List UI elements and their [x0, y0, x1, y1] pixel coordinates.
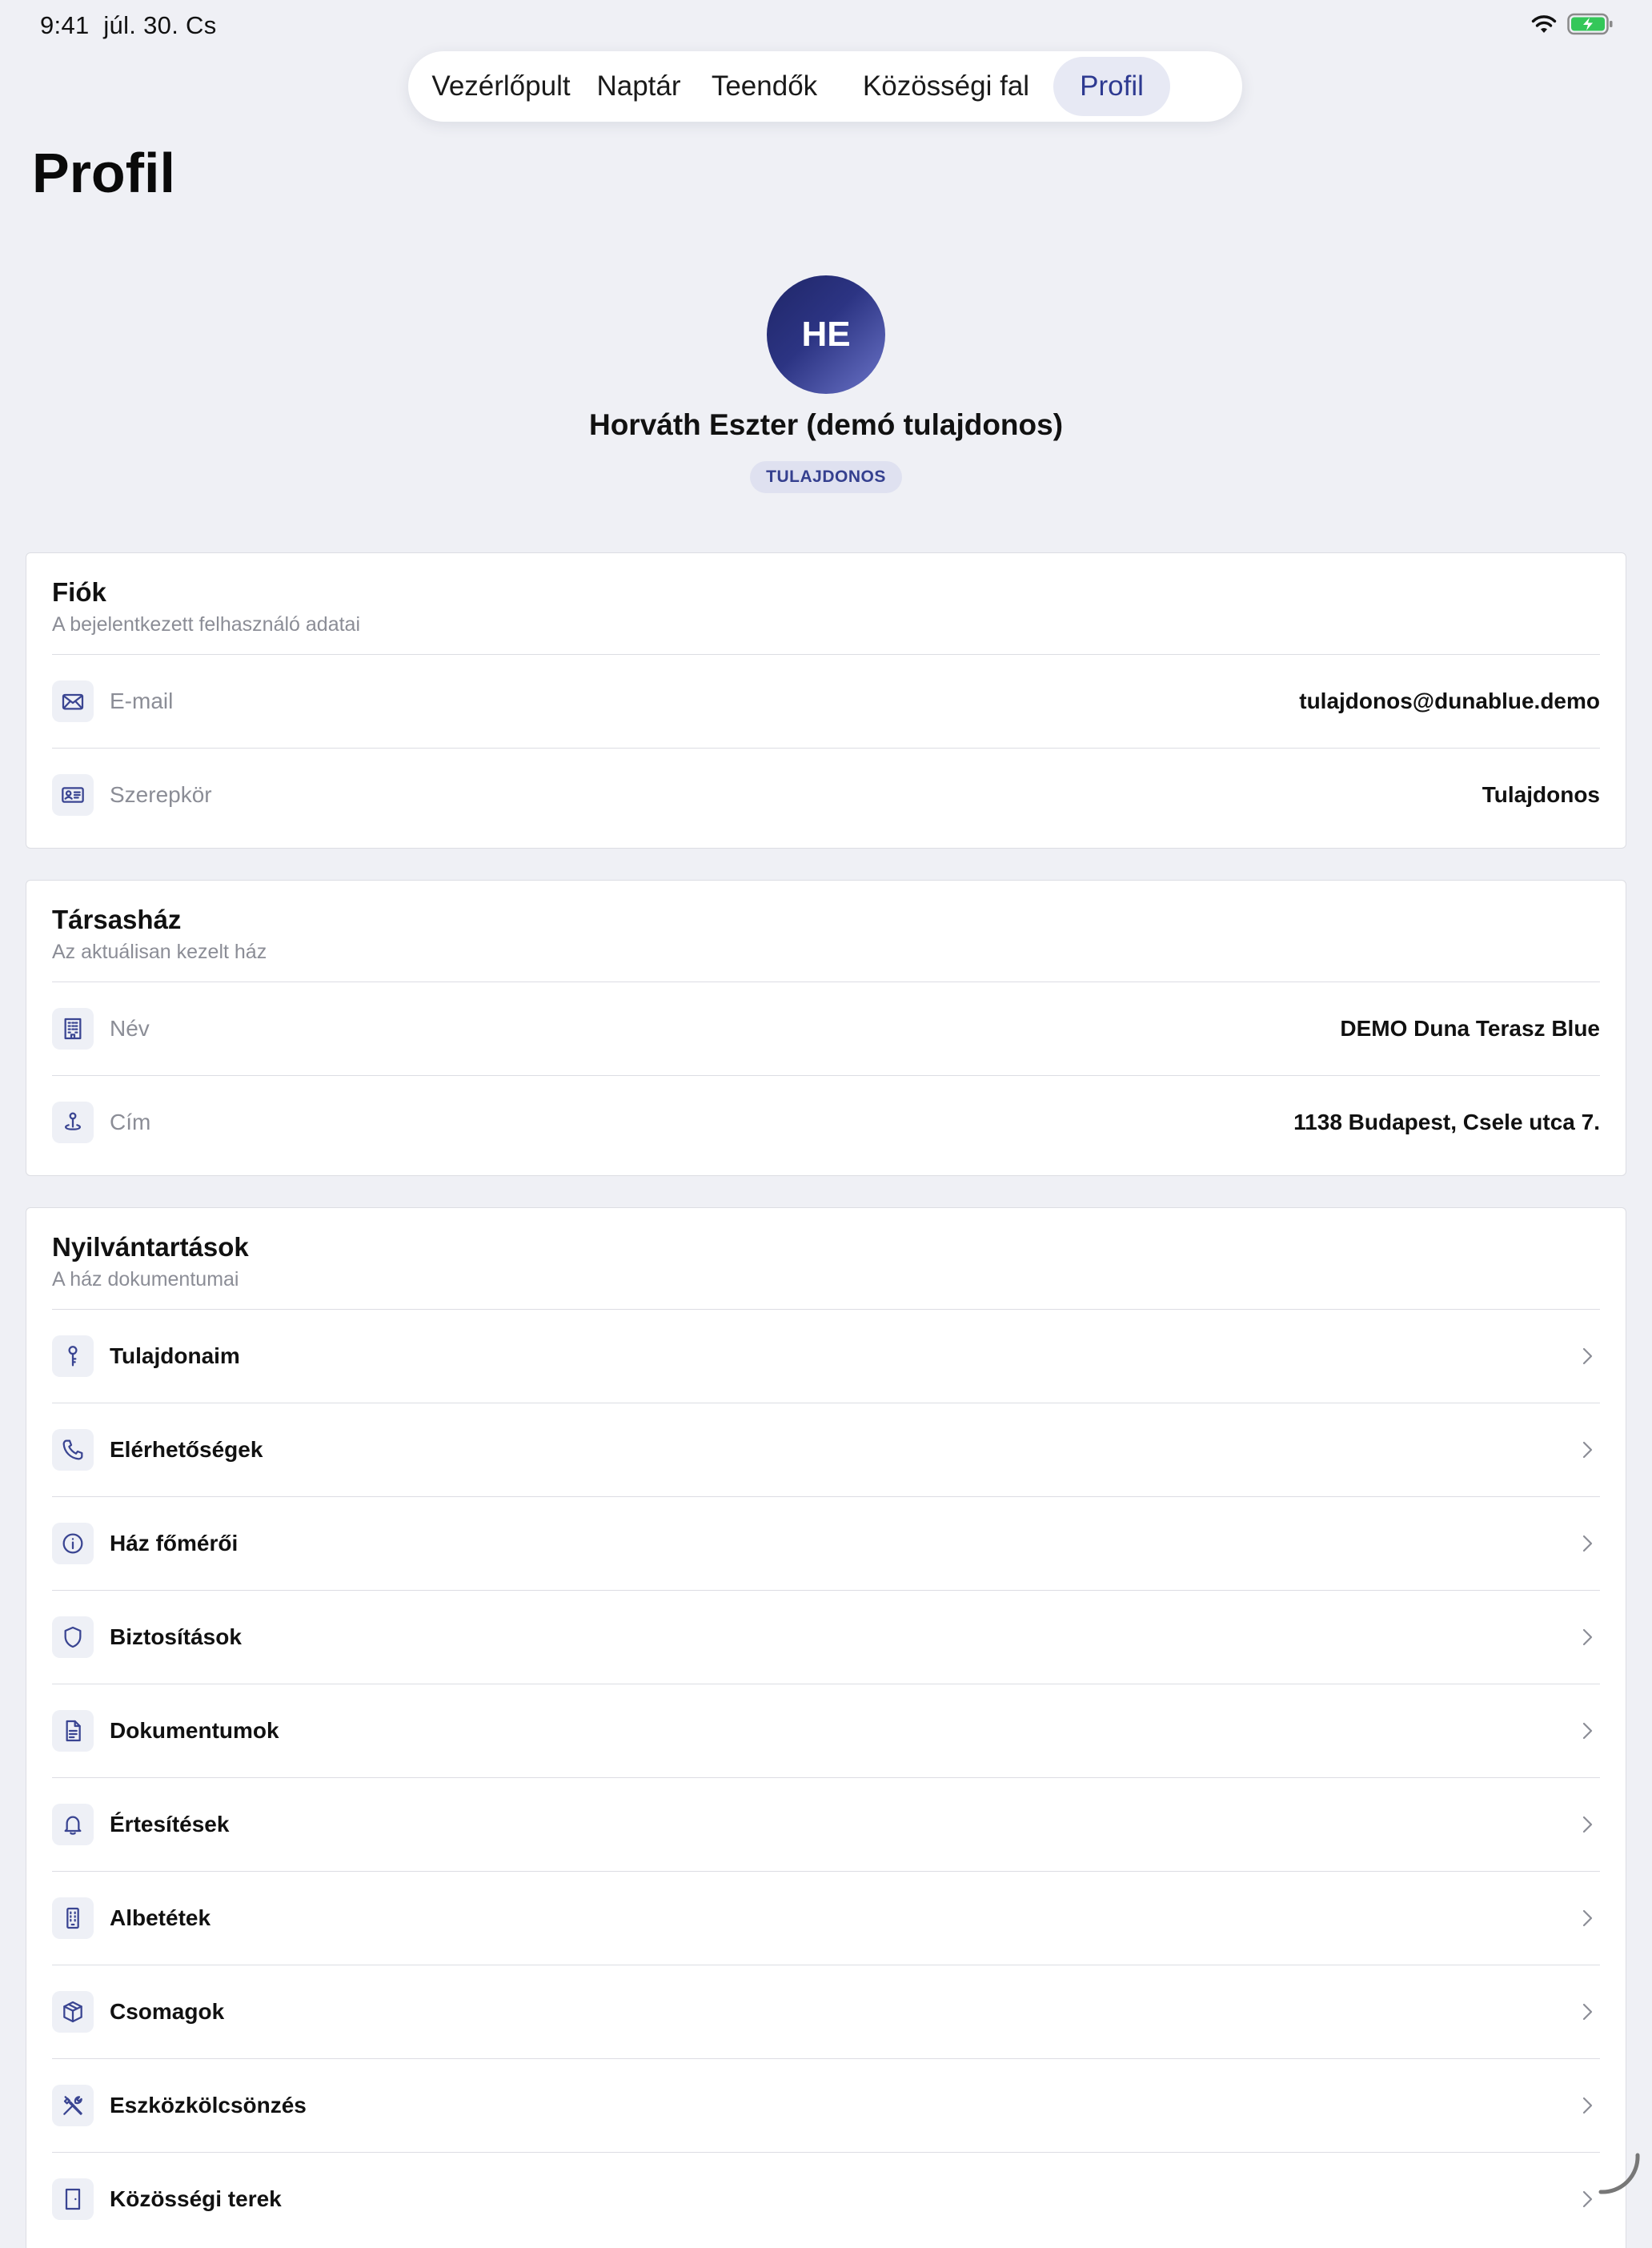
phone-icon [62, 1439, 83, 1460]
chevron-right-icon [1582, 1628, 1593, 1646]
building-icon [64, 1018, 82, 1040]
account-card: Fiók A bejelentkezett felhasználó adatai… [26, 552, 1626, 849]
chevron-right-icon [1582, 1347, 1593, 1365]
info-row-value: Tulajdonos [1482, 782, 1600, 807]
door-icon [52, 2178, 94, 2220]
records-item-label: Eszközkölcsönzés [110, 2093, 307, 2118]
key-icon [68, 1346, 78, 1367]
records-item-label: Dokumentumok [110, 1718, 279, 1743]
tab-naptár[interactable]: Naptár [587, 57, 690, 116]
wifi-icon [1531, 15, 1557, 33]
tab-közösségi-fal[interactable]: Közösségi fal [839, 57, 1053, 116]
package-icon [52, 1991, 94, 2033]
id-card-icon [62, 787, 84, 803]
document-icon [52, 1710, 94, 1752]
info-row: E-mail tulajdonos@dunablue.demo [52, 654, 1600, 748]
records-item-shield[interactable]: Biztosítások [52, 1590, 1600, 1684]
info-row-label: Szerepkör [110, 782, 212, 807]
apartment-icon [52, 1897, 94, 1939]
bell-icon [64, 1816, 82, 1835]
page-title: Profil [32, 142, 175, 204]
records-item-door[interactable]: Közösségi terek [52, 2152, 1600, 2246]
status-indicators [1530, 13, 1614, 35]
info-row: Cím 1138 Budapest, Csele utca 7. [52, 1075, 1600, 1169]
info-row: Szerepkör Tulajdonos [52, 748, 1600, 841]
door-icon [65, 2188, 81, 2210]
records-item-label: Csomagok [110, 1999, 225, 2024]
info-row-label: Név [110, 1016, 150, 1041]
records-item-label: Közösségi terek [110, 2186, 282, 2211]
card-subtitle: A bejelentkezett felhasználó adatai [52, 613, 360, 636]
tab-profil[interactable]: Profil [1053, 57, 1170, 116]
records-card: Nyilvántartások A ház dokumentumai Tulaj… [26, 1207, 1626, 2248]
package-icon [63, 2001, 82, 2023]
tools-icon [63, 2096, 82, 2115]
chevron-right-icon [1582, 1722, 1593, 1740]
document-icon [66, 1720, 81, 1742]
card-title: Társasház [52, 905, 182, 934]
building-card: Társasház Az aktuálisan kezelt ház Név DE… [26, 880, 1626, 1176]
records-item-label: Elérhetőségek [110, 1437, 263, 1462]
status-bar: 9:41 júl. 30. Cs [0, 0, 1652, 51]
records-item-label: Albetétek [110, 1905, 211, 1930]
info-row: Név DEMO Duna Terasz Blue [52, 981, 1600, 1075]
battery-charging-icon [1567, 13, 1613, 35]
shield-icon [52, 1616, 94, 1658]
records-item-info[interactable]: Ház főmérői [52, 1496, 1600, 1590]
card-subtitle: A ház dokumentumai [52, 1268, 239, 1291]
building-icon [52, 1008, 94, 1050]
chevron-right-icon [1582, 2097, 1593, 2114]
records-item-phone[interactable]: Elérhetőségek [52, 1403, 1600, 1496]
info-icon [62, 1533, 83, 1554]
role-badge: TULAJDONOS [750, 461, 902, 493]
envelope-icon [62, 693, 84, 710]
chevron-right-icon [1582, 2003, 1593, 2021]
top-tab-bar: Vezérlőpult Naptár Teendők Közösségi fal Pro… [408, 51, 1242, 122]
card-title: Fiók [52, 577, 106, 607]
shield-icon [64, 1626, 82, 1648]
info-row-label: E-mail [110, 688, 174, 713]
records-item-tools[interactable]: Eszközkölcsönzés [52, 2058, 1600, 2152]
id-card-icon [52, 774, 94, 816]
records-item-package[interactable]: Csomagok [52, 1965, 1600, 2058]
tab-teendők[interactable]: Teendők [690, 57, 839, 116]
info-row-value: tulajdonos@dunablue.demo [1299, 688, 1600, 713]
apartment-icon [66, 1907, 79, 1929]
user-name: Horváth Eszter (demó tulajdonos) [588, 408, 1064, 441]
card-subtitle: Az aktuálisan kezelt ház [52, 941, 267, 963]
chevron-right-icon [1582, 1535, 1593, 1552]
info-row-value: 1138 Budapest, Csele utca 7. [1293, 1110, 1600, 1134]
records-item-apartment[interactable]: Albetétek [52, 1871, 1600, 1965]
records-item-label: Értesítések [110, 1812, 230, 1837]
records-item-bell[interactable]: Értesítések [52, 1777, 1600, 1871]
tools-icon [52, 2085, 94, 2126]
records-item-key[interactable]: Tulajdonaim [52, 1309, 1600, 1403]
records-item-label: Tulajdonaim [110, 1343, 240, 1368]
status-time: 9:41 júl. 30. Cs [40, 11, 217, 39]
info-row-label: Cím [110, 1110, 151, 1134]
chevron-right-icon [1582, 1441, 1593, 1459]
card-title: Nyilvántartások [52, 1232, 249, 1262]
envelope-icon [52, 680, 94, 722]
info-row-value: DEMO Duna Terasz Blue [1340, 1016, 1600, 1041]
records-item-label: Biztosítások [110, 1624, 242, 1649]
map-pin-icon [52, 1102, 94, 1143]
tab-vezérlőpult[interactable]: Vezérlőpult [415, 57, 587, 116]
avatar: HE [767, 275, 885, 394]
bell-icon [52, 1804, 94, 1845]
key-icon [52, 1335, 94, 1377]
records-item-label: Ház főmérői [110, 1531, 239, 1556]
info-icon [52, 1523, 94, 1564]
records-item-document[interactable]: Dokumentumok [52, 1684, 1600, 1777]
scroll-indicator-icon [1598, 2153, 1640, 2194]
phone-icon [52, 1429, 94, 1471]
chevron-right-icon [1582, 1816, 1593, 1833]
chevron-right-icon [1582, 1909, 1593, 1927]
map-pin-icon [65, 1112, 81, 1130]
